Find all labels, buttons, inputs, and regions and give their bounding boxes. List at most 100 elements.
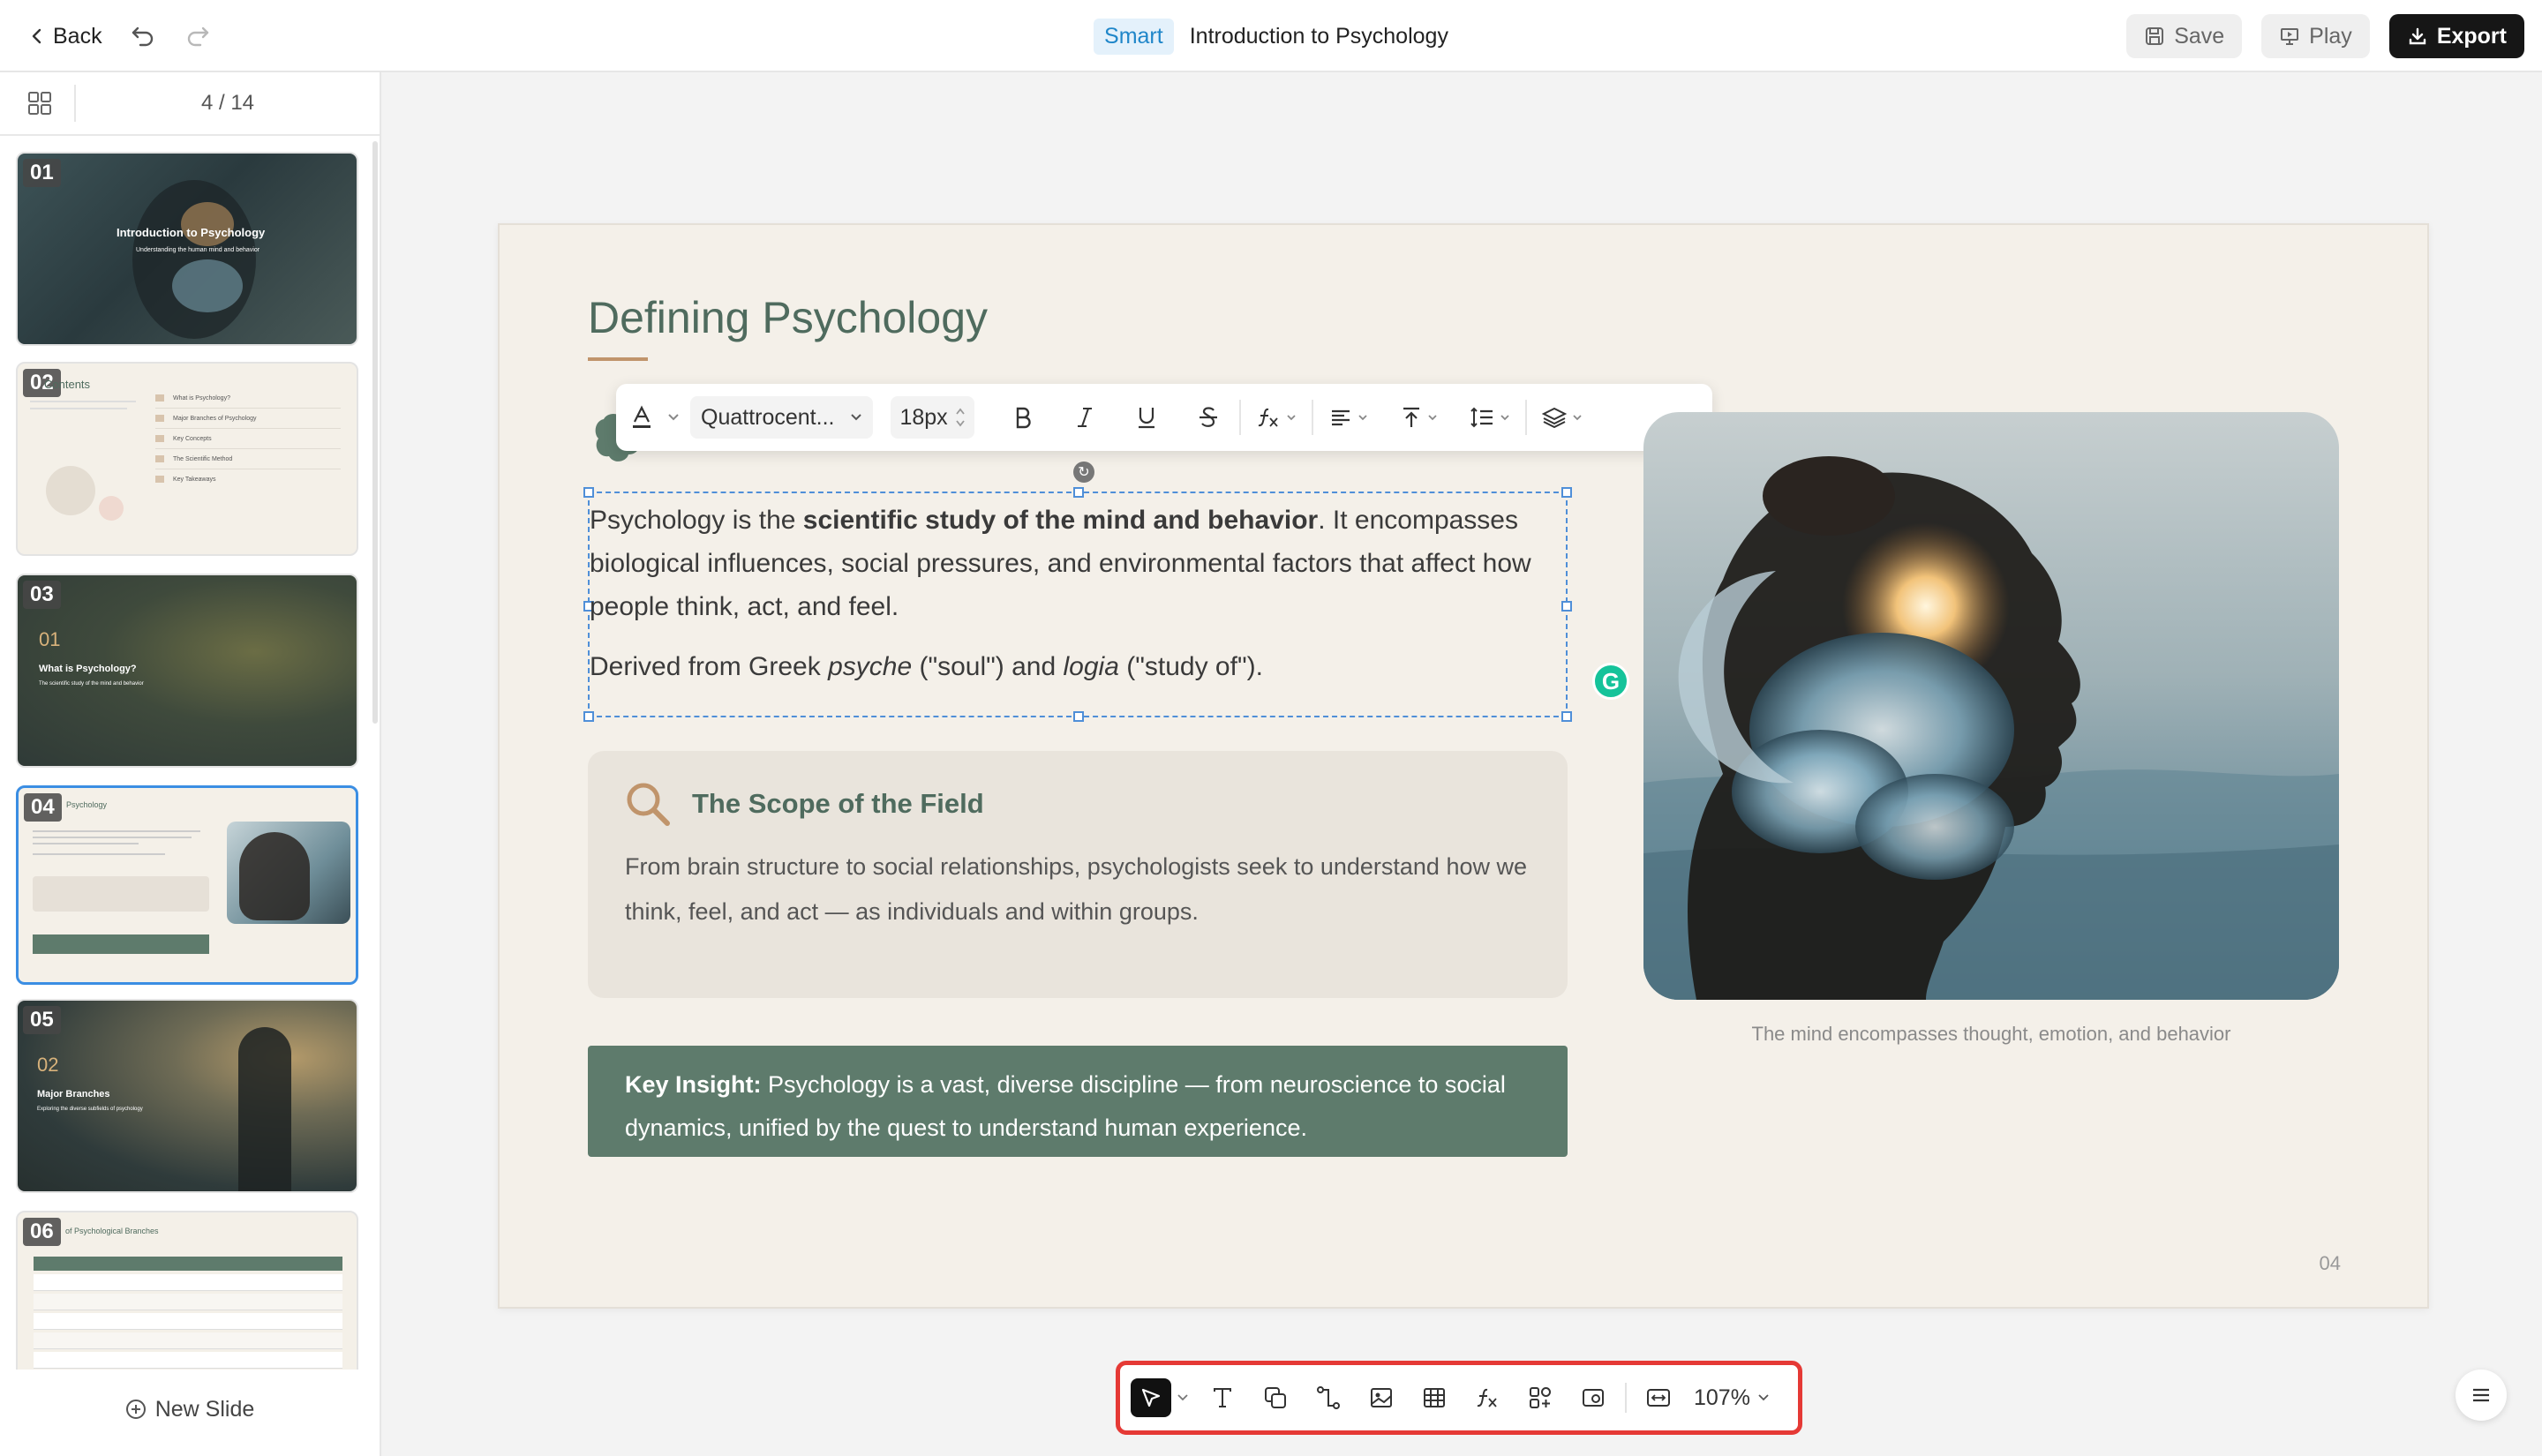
insert-formula-button[interactable]: [1461, 1371, 1514, 1424]
para1-bold-text: scientific study of the mind and behavio…: [802, 506, 1319, 535]
thumbnail-list-item: What is Psychology?: [173, 394, 230, 402]
top-bar-actions: Save Play Export: [2126, 0, 2524, 72]
slide-thumbnail-03[interactable]: 03 01 What is Psychology? The scientific…: [16, 574, 358, 768]
para2-text-end: ("study of").: [1118, 652, 1263, 681]
thumbnail-title: Major Branches: [37, 1089, 110, 1100]
italic-button[interactable]: [1054, 384, 1116, 451]
fit-to-screen-button[interactable]: [1632, 1371, 1685, 1424]
save-icon: [2146, 27, 2164, 45]
zoom-select[interactable]: 107%: [1694, 1385, 1770, 1411]
vertical-align-button[interactable]: [1384, 384, 1455, 451]
insert-connector-button[interactable]: [1302, 1371, 1355, 1424]
slide-thumbnail-06[interactable]: 06 of Psychological Branches: [16, 1211, 358, 1370]
resize-handle-bottom[interactable]: [1073, 711, 1084, 722]
new-slide-button[interactable]: New Slide: [0, 1387, 380, 1431]
select-tool-button[interactable]: [1131, 1378, 1171, 1417]
font-family-value: Quattrocent...: [701, 404, 835, 430]
text-align-button[interactable]: [1313, 384, 1384, 451]
play-button[interactable]: Play: [2261, 14, 2370, 58]
hamburger-menu-icon: [2473, 1388, 2489, 1402]
insert-text-button[interactable]: [1196, 1371, 1249, 1424]
menu-button[interactable]: [2456, 1370, 2507, 1421]
para2-text: Derived from Greek: [590, 652, 829, 681]
undo-button[interactable]: [124, 17, 162, 56]
bold-button[interactable]: [992, 384, 1054, 451]
image-caption[interactable]: The mind encompasses thought, emotion, a…: [1643, 1023, 2339, 1046]
insert-widget-button[interactable]: [1514, 1371, 1567, 1424]
text-format-toolbar: Quattrocent... 18px: [616, 384, 1712, 451]
insert-media-button[interactable]: [1567, 1371, 1620, 1424]
sidebar-scrollbar[interactable]: [372, 141, 378, 724]
font-family-select[interactable]: Quattrocent...: [690, 396, 874, 439]
thumbnail-subtitle: Understanding the human mind and behavio…: [136, 247, 260, 253]
para2-italic-psyche: psyche: [828, 652, 913, 681]
rotate-handle-icon[interactable]: ↻: [1073, 462, 1094, 483]
thumbnail-list-item: Key Takeaways: [173, 476, 216, 483]
slide-thumbnail-01[interactable]: 01 Introduction to Psychology Understand…: [16, 152, 358, 346]
scope-card[interactable]: The Scope of the Field From brain struct…: [588, 751, 1568, 998]
new-slide-label: New Slide: [154, 1396, 255, 1422]
slide-title[interactable]: Defining Psychology: [588, 292, 988, 343]
apps-icon: [1530, 1387, 1551, 1408]
grammarly-icon[interactable]: G: [1592, 663, 1629, 700]
resize-handle-right[interactable]: [1561, 601, 1572, 612]
text-color-button[interactable]: [616, 384, 667, 451]
fit-width-icon: [1647, 1389, 1670, 1407]
media-icon: [1583, 1389, 1604, 1407]
back-button[interactable]: Back: [25, 17, 108, 56]
slide-image[interactable]: [1643, 412, 2339, 1000]
resize-handle-top-left[interactable]: [583, 487, 594, 498]
formula-icon: [1477, 1388, 1497, 1407]
thumbnail-title: Contents: [44, 378, 91, 391]
slide-thumbnail-05[interactable]: 05 02 Major Branches Exploring the diver…: [16, 999, 358, 1193]
export-button[interactable]: Export: [2388, 14, 2524, 58]
chevron-down-icon: [1500, 415, 1509, 421]
resize-handle-top[interactable]: [1073, 487, 1084, 498]
para2-italic-logia: logia: [1063, 652, 1119, 681]
resize-handle-bottom-right[interactable]: [1561, 711, 1572, 722]
connector-icon: [1317, 1386, 1340, 1409]
chevron-down-icon[interactable]: [1177, 1393, 1189, 1402]
resize-handle-bottom-left[interactable]: [583, 711, 594, 722]
toolbar-divider: [1625, 1383, 1627, 1413]
resize-handle-top-right[interactable]: [1561, 487, 1572, 498]
key-insight-text[interactable]: Key Insight: Psychology is a vast, diver…: [625, 1063, 1543, 1150]
align-left-icon: [1331, 409, 1350, 426]
underline-button[interactable]: [1116, 384, 1177, 451]
document-title[interactable]: Introduction to Psychology: [1190, 24, 1448, 49]
strikethrough-icon: [1199, 407, 1217, 427]
scope-title[interactable]: The Scope of the Field: [692, 788, 984, 820]
font-size-stepper[interactable]: 18px: [891, 396, 974, 439]
underline-icon: [1138, 408, 1154, 429]
back-label: Back: [53, 23, 102, 49]
insert-shape-button[interactable]: [1249, 1371, 1302, 1424]
layer-order-button[interactable]: [1527, 384, 1598, 451]
insert-table-button[interactable]: [1408, 1371, 1461, 1424]
line-spacing-button[interactable]: [1455, 384, 1525, 451]
key-insight-box[interactable]: Key Insight: Psychology is a vast, diver…: [588, 1046, 1568, 1157]
formula-button[interactable]: [1241, 384, 1312, 451]
insert-image-button[interactable]: [1355, 1371, 1408, 1424]
slide-canvas[interactable]: Defining Psychology ↻ Psychology is the …: [498, 223, 2429, 1309]
thumbnail-list-item: The Scientific Method: [173, 455, 233, 462]
thumbnail-title: Introduction to Psychology: [117, 226, 266, 239]
chevron-down-icon[interactable]: [667, 413, 680, 422]
thumbnail-number: 04: [24, 793, 62, 822]
magnifier-icon: [627, 783, 670, 826]
definition-paragraph[interactable]: Psychology is the scientific study of th…: [590, 499, 1561, 628]
page-indicator: 4 / 14: [200, 91, 255, 115]
save-label: Save: [2174, 23, 2225, 49]
thumbnail-number: 01: [23, 159, 61, 187]
strikethrough-button[interactable]: [1177, 384, 1239, 451]
smart-badge: Smart: [1094, 18, 1174, 55]
etymology-paragraph[interactable]: Derived from Greek psyche ("soul") and l…: [590, 645, 1561, 688]
redo-button[interactable]: [178, 17, 217, 56]
save-button[interactable]: Save: [2126, 14, 2243, 58]
export-label: Export: [2436, 23, 2507, 49]
selected-text-box[interactable]: ↻ Psychology is the scientific study of …: [583, 462, 1572, 722]
slide-thumbnail-02[interactable]: 02 Contents What is Psychology? Major Br…: [16, 362, 358, 556]
grid-view-icon[interactable]: [26, 90, 53, 116]
slide-thumbnail-04[interactable]: 04 Psychology: [16, 785, 358, 985]
para1-text: Psychology is the: [590, 506, 803, 535]
scope-text[interactable]: From brain structure to social relations…: [625, 844, 1543, 934]
